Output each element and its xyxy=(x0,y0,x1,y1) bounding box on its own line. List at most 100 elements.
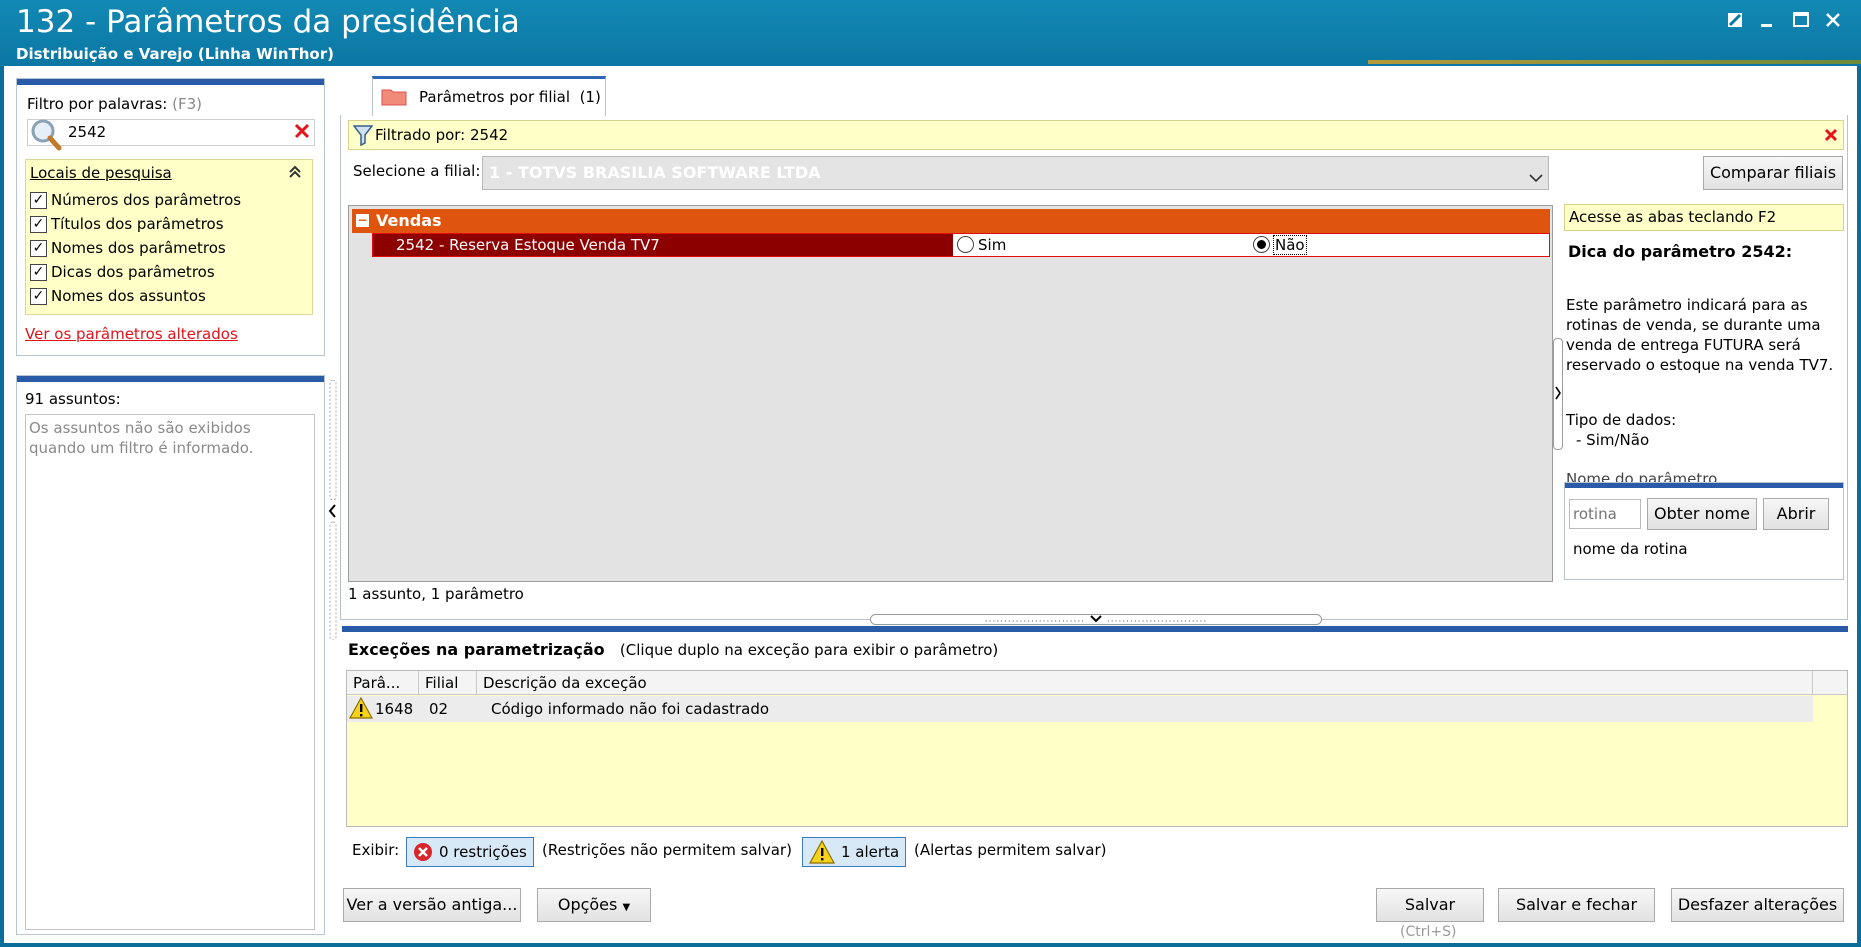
option-label: Nomes dos parâmetros xyxy=(51,239,226,257)
option-label: Nomes dos assuntos xyxy=(51,287,206,305)
window-subtitle: Distribuição e Varejo (Linha WinThor) xyxy=(16,45,334,63)
group-header[interactable]: − Vendas xyxy=(352,209,1550,233)
options-button[interactable]: Opções ▼ xyxy=(537,888,651,922)
vertical-splitter[interactable] xyxy=(326,379,340,641)
warning-icon xyxy=(348,696,374,723)
option-titulos[interactable]: ✓ Títulos dos parâmetros xyxy=(30,212,241,236)
param-row[interactable]: 2542 - Reserva Estoque Venda TV7 Sim Não xyxy=(372,233,1550,257)
title-accent xyxy=(1368,60,1861,64)
checkbox-icon[interactable]: ✓ xyxy=(30,215,47,233)
filter-hotkey: (F3) xyxy=(172,95,203,113)
column-descricao[interactable]: Descrição da exceção xyxy=(477,671,1813,695)
option-numeros[interactable]: ✓ Números dos parâmetros xyxy=(30,188,241,212)
alertas-toggle[interactable]: 1 alerta xyxy=(802,837,906,867)
group-name: Vendas xyxy=(376,211,442,230)
parameters-grid xyxy=(348,205,1553,582)
changed-params-link[interactable]: Ver os parâmetros alterados xyxy=(25,325,238,343)
window-title: 132 - Parâmetros da presidência xyxy=(16,4,520,40)
maximize-icon[interactable] xyxy=(1786,8,1816,32)
checkbox-icon[interactable]: ✓ xyxy=(30,239,47,257)
clear-filter-icon[interactable] xyxy=(1823,127,1839,147)
hint-type-value: - Sim/Não xyxy=(1576,431,1650,449)
restore-icon[interactable] xyxy=(1720,8,1750,32)
abrir-button[interactable]: Abrir xyxy=(1763,498,1829,530)
undo-changes-button[interactable]: Desfazer alterações xyxy=(1671,888,1844,922)
search-locations: Locais de pesquisa ✓ Números dos parâmetr… xyxy=(25,159,313,315)
filter-panel: Filtro por palavras: (F3) 2542 Locais de… xyxy=(16,78,325,356)
caret-down-icon: ▼ xyxy=(622,902,631,913)
chevron-down-icon xyxy=(1090,615,1102,623)
column-filial[interactable]: Filial xyxy=(419,671,477,695)
status-line: 1 assunto, 1 parâmetro xyxy=(348,585,524,603)
restricoes-toggle[interactable]: 0 restrições xyxy=(406,837,534,867)
option-nomes[interactable]: ✓ Nomes dos parâmetros xyxy=(30,236,241,260)
clear-search-icon[interactable] xyxy=(292,121,312,145)
search-input[interactable]: 2542 xyxy=(27,119,315,151)
option-label: Dicas dos parâmetros xyxy=(51,263,215,281)
exceptions-header-row: Parâ... Filial Descrição da exceção xyxy=(347,671,1847,695)
alertas-note: (Alertas permitem salvar) xyxy=(914,841,1107,859)
panel-bar xyxy=(1565,483,1843,488)
old-version-button[interactable]: Ver a versão antiga... xyxy=(343,888,521,922)
hint-type-label: Tipo de dados: xyxy=(1566,411,1677,429)
option-nao-label: Não xyxy=(1273,235,1307,255)
tab-label: Parâmetros por filial (1) xyxy=(419,88,601,106)
save-button[interactable]: Salvar xyxy=(1376,888,1484,922)
exceptions-grid: Parâ... Filial Descrição da exceção 1648… xyxy=(346,670,1848,827)
hint-more: Nome do parâmetro xyxy=(1566,470,1718,482)
radio-nao[interactable] xyxy=(1253,236,1270,253)
error-icon xyxy=(413,842,433,871)
folder-icon xyxy=(381,86,407,110)
subjects-message: Os assuntos não são exibidos quando um f… xyxy=(25,414,315,930)
exceptions-title: Exceções na parametrização xyxy=(348,640,605,659)
panel-bar xyxy=(17,376,324,382)
cell-filial: 02 xyxy=(429,700,449,718)
column-param[interactable]: Parâ... xyxy=(347,671,419,695)
checkbox-icon[interactable]: ✓ xyxy=(30,263,47,281)
hint-toggle[interactable] xyxy=(1553,338,1563,450)
subjects-panel: 91 assuntos: Os assuntos não são exibido… xyxy=(16,375,325,935)
checkbox-icon[interactable]: ✓ xyxy=(30,287,47,305)
rotina-input[interactable] xyxy=(1569,499,1641,529)
exceptions-bar xyxy=(342,626,1848,632)
hint-hotkey: Acesse as abas teclando F2 xyxy=(1564,204,1844,231)
hint-type: Tipo de dados: - Sim/Não xyxy=(1566,410,1676,450)
option-label: Títulos dos parâmetros xyxy=(51,215,224,233)
minimize-icon[interactable] xyxy=(1752,8,1782,32)
radio-sim[interactable] xyxy=(957,236,974,253)
collapse-icon[interactable] xyxy=(288,164,302,184)
locations-title: Locais de pesquisa xyxy=(30,164,172,182)
restricoes-label: 0 restrições xyxy=(439,843,527,861)
option-dicas[interactable]: ✓ Dicas dos parâmetros xyxy=(30,260,241,284)
tab-label-text: Parâmetros por filial xyxy=(419,88,571,106)
checkbox-icon[interactable]: ✓ xyxy=(30,191,47,209)
hint-title: Dica do parâmetro 2542: xyxy=(1568,242,1793,261)
cell-descricao: Código informado não foi cadastrado xyxy=(491,700,770,718)
rotina-panel: Obter nome Abrir nome da rotina xyxy=(1564,482,1844,580)
option-label: Números dos parâmetros xyxy=(51,191,242,209)
table-row[interactable]: 1648 02 Código informado não foi cadastr… xyxy=(347,696,1813,722)
save-close-button[interactable]: Salvar e fechar xyxy=(1498,888,1655,922)
obter-nome-button[interactable]: Obter nome xyxy=(1647,498,1757,530)
horizontal-splitter[interactable]: ·························· ·············… xyxy=(870,614,1322,627)
tab-count: (1) xyxy=(579,88,601,106)
exibir-label: Exibir: xyxy=(352,841,400,859)
collapse-group-icon[interactable]: − xyxy=(356,214,369,227)
subjects-count: 91 assuntos: xyxy=(25,390,121,408)
option-assuntos[interactable]: ✓ Nomes dos assuntos xyxy=(30,284,241,308)
panel-bar xyxy=(17,79,324,85)
search-value: 2542 xyxy=(68,123,107,141)
tab-parametros-filial[interactable]: Parâmetros por filial (1) xyxy=(372,76,606,116)
save-shortcut: (Ctrl+S) xyxy=(1400,924,1457,940)
chevron-down-icon xyxy=(1529,168,1543,187)
close-icon[interactable] xyxy=(1818,8,1848,32)
exceptions-hint: (Clique duplo na exceção para exibir o p… xyxy=(619,641,999,659)
filtered-by-text: Filtrado por: 2542 xyxy=(375,126,509,144)
filial-value: 1 - TOTVS BRASILIA SOFTWARE LTDA xyxy=(489,163,821,182)
locations-options: ✓ Números dos parâmetros ✓ Títulos dos par… xyxy=(30,188,241,308)
filter-label: Filtro por palavras: (F3) xyxy=(27,95,202,113)
option-sim-label: Sim xyxy=(978,236,1007,254)
filial-select[interactable]: 1 - TOTVS BRASILIA SOFTWARE LTDA xyxy=(482,156,1549,190)
rotina-name: nome da rotina xyxy=(1573,540,1688,558)
compare-filiais-button[interactable]: Comparar filiais xyxy=(1703,156,1843,190)
